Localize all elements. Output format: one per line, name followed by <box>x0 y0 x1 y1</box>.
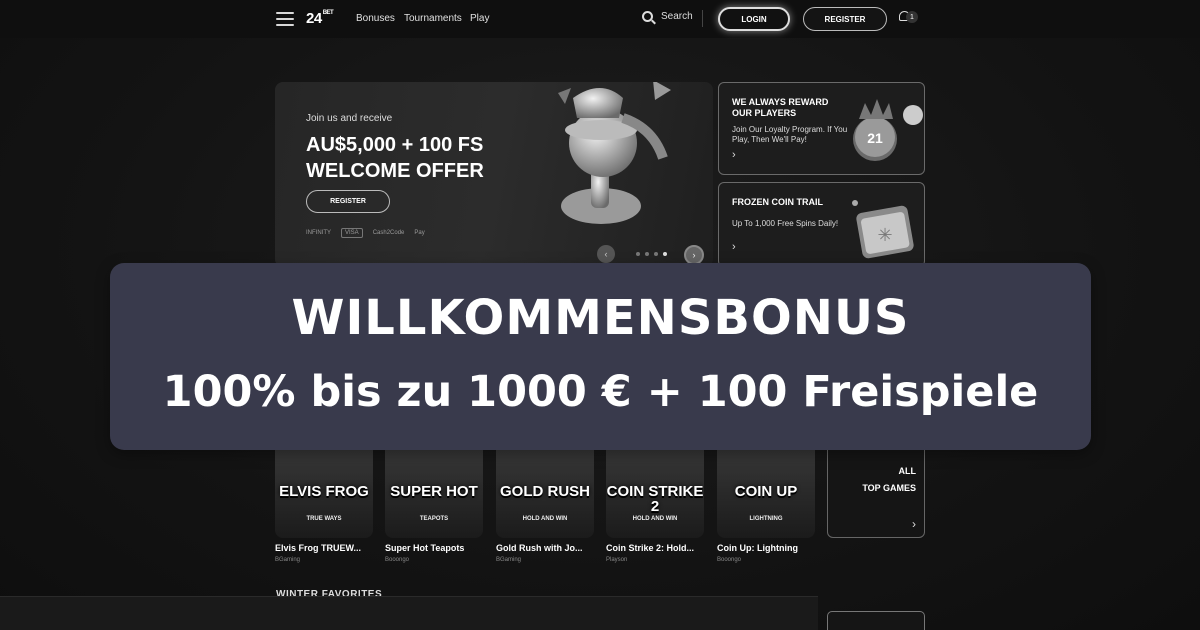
game-tile-elvis-frog[interactable]: ELVIS FROG TRUE WAYS <box>275 440 373 538</box>
mascot-illustration <box>558 82 671 224</box>
chevron-right-icon: › <box>732 149 736 161</box>
calendar-gift-icon: ✳ <box>852 200 914 259</box>
payment-visa: VISA <box>341 228 363 238</box>
hero-title: AU$5,000 + 100 FS WELCOME OFFER <box>306 134 484 182</box>
site-logo[interactable]: 24BET <box>306 10 334 27</box>
hero-kicker: Join us and receive <box>306 113 393 124</box>
search-label: Search <box>661 11 693 22</box>
game-logo: COIN UP <box>734 483 798 500</box>
game-provider: BGaming <box>275 557 301 563</box>
nav-link-tournaments[interactable]: Tournaments <box>404 13 462 24</box>
game-provider: Booongo <box>717 557 742 563</box>
promo-title: FROZEN COIN TRAIL <box>732 197 823 207</box>
slider-next-button[interactable]: › <box>684 245 704 265</box>
notification-badge: 1 <box>906 11 918 23</box>
payment-applepay: Pay <box>414 230 425 236</box>
slider-prev-button[interactable]: ‹ <box>597 245 615 263</box>
payment-cash2code: Cash2Code <box>372 230 405 236</box>
banner-subtitle: 100% bis zu 1000 € + 100 Freispiele <box>162 367 1039 417</box>
chevron-right-icon: › <box>732 241 736 253</box>
game-logo: SUPER HOT <box>390 483 478 500</box>
game-tile-super-hot-teapots[interactable]: SUPER HOT TEAPOTS <box>385 440 483 538</box>
game-tile-gold-rush[interactable]: GOLD RUSH HOLD AND WIN <box>496 440 594 538</box>
search-button[interactable]: Search <box>642 11 693 22</box>
loyalty-coin-icon: 21 <box>853 99 923 161</box>
game-name[interactable]: Gold Rush with Jo... <box>496 543 583 553</box>
page: 24BET Bonuses Tournaments Play Search LO… <box>0 0 1200 630</box>
all-top-games-label: ALL TOP GAMES <box>862 466 916 493</box>
slider-dots <box>636 252 667 256</box>
game-logo: GOLD RUSH <box>500 483 590 500</box>
promo-card-frozen-coin[interactable]: FROZEN COIN TRAIL Up To 1,000 Free Spins… <box>718 182 925 267</box>
nav-link-bonuses[interactable]: Bonuses <box>356 13 395 24</box>
game-tile-coin-up[interactable]: COIN UP LIGHTNING <box>717 440 815 538</box>
all-top-games-button[interactable]: ALL TOP GAMES › <box>827 440 925 538</box>
nav-link-play[interactable]: Play <box>470 13 489 24</box>
nav-divider <box>702 10 703 27</box>
payment-infinity: INFINITY <box>306 230 331 236</box>
search-icon <box>642 11 653 22</box>
payment-methods: INFINITY VISA Cash2Code Pay <box>306 228 425 238</box>
hamburger-menu-icon[interactable] <box>276 12 294 26</box>
login-button[interactable]: LOGIN <box>718 7 790 31</box>
chevron-right-icon: › <box>912 517 916 531</box>
top-nav: 24BET Bonuses Tournaments Play Search LO… <box>0 0 1200 38</box>
game-name[interactable]: Elvis Frog TRUEW... <box>275 543 361 553</box>
game-name[interactable]: Coin Strike 2: Hold... <box>606 543 694 553</box>
game-provider: Playson <box>606 557 628 563</box>
hero-register-button[interactable]: REGISTER <box>306 190 390 213</box>
game-provider: Booongo <box>385 557 410 563</box>
winter-favorites-card[interactable] <box>827 611 925 630</box>
promo-text: Up To 1,000 Free Spins Daily! <box>732 219 839 228</box>
winter-favorites-strip <box>0 596 818 630</box>
coin-number: 21 <box>867 130 883 146</box>
game-sublogo: HOLD AND WIN <box>632 516 678 522</box>
game-sublogo: TEAPOTS <box>419 516 449 522</box>
banner-title: WILLKOMMENSBONUS <box>291 290 910 346</box>
game-logo: ELVIS FROG <box>279 483 369 500</box>
game-sublogo: HOLD AND WIN <box>522 516 568 522</box>
bonus-overlay-banner: WILLKOMMENSBONUS 100% bis zu 1000 € + 10… <box>110 263 1091 450</box>
register-button[interactable]: REGISTER <box>803 7 887 31</box>
game-sublogo: LIGHTNING <box>749 516 783 522</box>
game-name[interactable]: Coin Up: Lightning <box>717 543 798 553</box>
game-logo: COIN STRIKE 2 <box>606 483 704 515</box>
promo-card-loyalty[interactable]: WE ALWAYS REWARD OUR PLAYERS Join Our Lo… <box>718 82 925 175</box>
hero-banner[interactable]: Join us and receive AU$5,000 + 100 FS WE… <box>275 82 713 267</box>
game-tile-coin-strike-2[interactable]: COIN STRIKE 2 HOLD AND WIN <box>606 440 704 538</box>
promo-title: WE ALWAYS REWARD OUR PLAYERS <box>732 97 829 118</box>
game-provider: BGaming <box>496 557 522 563</box>
svg-text:✳: ✳ <box>877 225 892 246</box>
game-sublogo: TRUE WAYS <box>306 516 342 522</box>
game-name[interactable]: Super Hot Teapots <box>385 543 464 553</box>
